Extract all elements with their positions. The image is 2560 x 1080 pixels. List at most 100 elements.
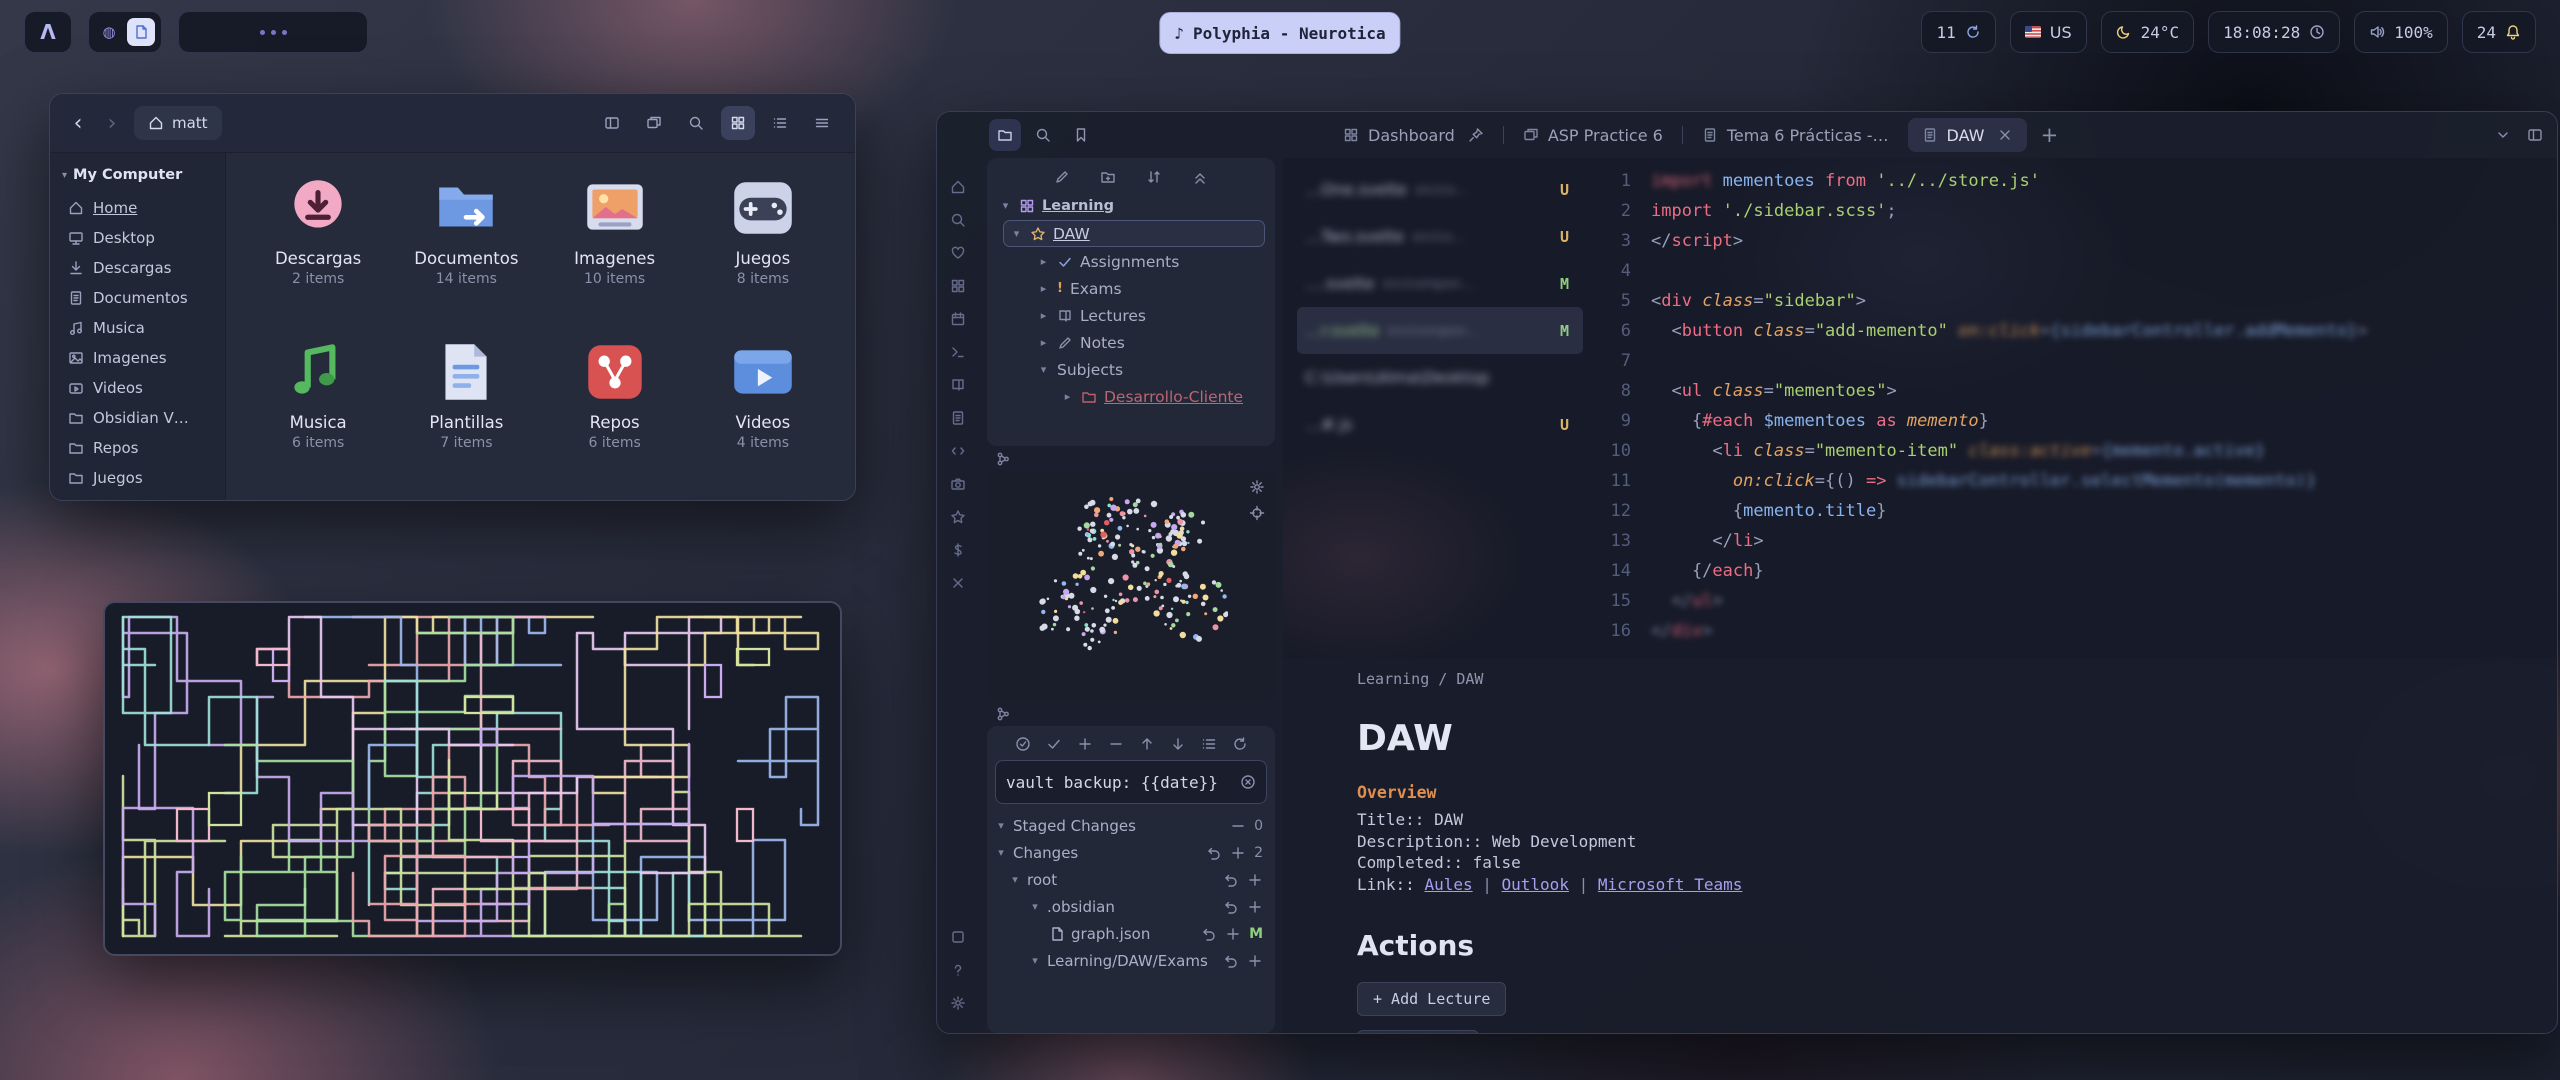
stage-all-icon[interactable]: [1230, 845, 1246, 861]
commit-icon[interactable]: [1015, 736, 1031, 752]
grid-view-icon[interactable]: [721, 106, 755, 140]
tree-item-exams[interactable]: ▸ ! Exams: [987, 275, 1275, 302]
refresh-icon[interactable]: [1232, 736, 1248, 752]
pull-icon[interactable]: [1170, 736, 1186, 752]
push-icon[interactable]: [1139, 736, 1155, 752]
tree-item-lectures[interactable]: ▸ Lectures: [987, 302, 1275, 329]
bookmarks-tab-icon[interactable]: [1065, 119, 1097, 151]
search-icon[interactable]: [937, 203, 979, 236]
tree-item-desarrollo-cliente[interactable]: ▸ Desarrollo-Cliente: [987, 383, 1275, 410]
unstage-all-icon[interactable]: [1230, 818, 1246, 834]
folder-videos[interactable]: Videos 4 items: [689, 329, 837, 493]
git-row-graph-json[interactable]: graph.json M: [995, 920, 1267, 947]
files-tab-icon[interactable]: [989, 119, 1021, 151]
folder-repos[interactable]: Repos 6 items: [541, 329, 689, 493]
git-row-obsidian[interactable]: ▾ .obsidian: [995, 893, 1267, 920]
search-icon[interactable]: [679, 106, 713, 140]
folder-descargas[interactable]: Descargas 2 items: [244, 165, 392, 329]
canvas-icon[interactable]: [937, 269, 979, 302]
media-player-widget[interactable]: ♪ Polyphia - Neurotica: [1159, 12, 1400, 54]
staged-changes-section[interactable]: ▾Staged Changes 0: [995, 812, 1267, 839]
local-graph-tab-icon[interactable]: [987, 446, 1275, 471]
change-list-icon[interactable]: [1201, 736, 1217, 752]
note-breadcrumb[interactable]: Learning / DAW: [1357, 670, 2517, 688]
volume-module[interactable]: 100%: [2354, 11, 2448, 53]
button-add-note[interactable]: + Add Note: [1357, 1030, 1479, 1034]
terminal-icon[interactable]: [937, 335, 979, 368]
link-aules[interactable]: Aules: [1424, 875, 1472, 894]
commit-all-icon[interactable]: [1046, 736, 1062, 752]
graph-settings-icon[interactable]: [1249, 479, 1265, 495]
discard-icon[interactable]: [1223, 899, 1239, 915]
discard-icon[interactable]: [1223, 872, 1239, 888]
sidebar-item-repos[interactable]: Repos: [60, 433, 215, 463]
launcher-button[interactable]: Λ: [24, 11, 72, 53]
cross-icon[interactable]: [937, 566, 979, 599]
stage-icon[interactable]: [1247, 872, 1263, 888]
code-editor[interactable]: 1 import mementoes from '../../store.js'…: [1583, 158, 2557, 658]
note-icon[interactable]: [937, 401, 979, 434]
book-icon[interactable]: [937, 368, 979, 401]
stage-icon[interactable]: [1247, 899, 1263, 915]
sidebar-item-musica[interactable]: Musica: [60, 313, 215, 343]
back-button[interactable]: ‹: [66, 111, 90, 136]
collapse-icon[interactable]: [1192, 169, 1208, 185]
list-view-icon[interactable]: [763, 106, 797, 140]
toggle-panel-icon[interactable]: [595, 106, 629, 140]
link-outlook[interactable]: Outlook: [1502, 875, 1569, 894]
git-tab-icon[interactable]: [987, 701, 1275, 726]
tree-root-learning[interactable]: ▾ Learning: [987, 192, 1275, 219]
code-icon[interactable]: [937, 434, 979, 467]
folder-imagenes[interactable]: Imagenes 10 items: [541, 165, 689, 329]
new-tab-button[interactable]: +: [2032, 118, 2066, 152]
search-tab-icon[interactable]: [1027, 119, 1059, 151]
sidebar-item-juegos[interactable]: Juegos: [60, 463, 215, 493]
discard-all-icon[interactable]: [1206, 845, 1222, 861]
window-icon[interactable]: [937, 920, 979, 953]
split-pane-icon[interactable]: [2527, 127, 2543, 143]
link-microsoft-teams[interactable]: Microsoft Teams: [1598, 875, 1743, 894]
workspace-1-button[interactable]: ◍: [95, 18, 123, 46]
tab-daw[interactable]: DAW: [1908, 118, 2028, 152]
workspace-2-button[interactable]: [127, 18, 155, 46]
commit-message-input[interactable]: vault backup: {{date}}: [995, 760, 1267, 804]
new-note-icon[interactable]: [1054, 169, 1070, 185]
discard-icon[interactable]: [1201, 926, 1217, 942]
folder-documentos[interactable]: Documentos 14 items: [392, 165, 540, 329]
stage-icon[interactable]: [1225, 926, 1241, 942]
tab-dashboard[interactable]: Dashboard: [1329, 118, 1498, 152]
heart-icon[interactable]: [937, 236, 979, 269]
button-add-lecture[interactable]: + Add Lecture: [1357, 982, 1506, 1016]
git-row-root[interactable]: ▾ root: [995, 866, 1267, 893]
sidebar-item-home[interactable]: Home: [60, 193, 215, 223]
sidebar-item-descargas[interactable]: Descargas: [60, 253, 215, 283]
tree-item-notes[interactable]: ▸ Notes: [987, 329, 1275, 356]
weather-module[interactable]: 24°C: [2101, 11, 2195, 53]
unstage-all-icon[interactable]: [1108, 736, 1124, 752]
sidebar-item-videos[interactable]: Videos: [60, 373, 215, 403]
new-tab-icon[interactable]: [637, 106, 671, 140]
settings-icon[interactable]: [937, 986, 979, 1019]
keyboard-layout-module[interactable]: US: [2010, 11, 2087, 53]
changes-section[interactable]: ▾Changes 2: [995, 839, 1267, 866]
calendar-icon[interactable]: [937, 302, 979, 335]
notifications-module[interactable]: 24: [2462, 11, 2536, 53]
status-widget[interactable]: [178, 11, 368, 53]
menu-icon[interactable]: [805, 106, 839, 140]
tab-tema-6-pr-cticas[interactable]: Tema 6 Prácticas -…: [1688, 118, 1903, 152]
folder-plantillas[interactable]: Plantillas 7 items: [392, 329, 540, 493]
vault-icon[interactable]: [937, 170, 979, 203]
clock-module[interactable]: 18:08:28: [2208, 11, 2340, 53]
discard-icon[interactable]: [1223, 953, 1239, 969]
graph-filter-icon[interactable]: [1249, 505, 1265, 521]
sort-icon[interactable]: [1146, 169, 1162, 185]
folder-juegos[interactable]: Juegos 8 items: [689, 165, 837, 329]
clear-icon[interactable]: [1240, 774, 1256, 790]
graph-view[interactable]: [987, 471, 1273, 685]
breadcrumb[interactable]: matt: [134, 106, 222, 140]
sidebar-item-obsidian-v[interactable]: Obsidian V…: [60, 403, 215, 433]
camera-icon[interactable]: [937, 467, 979, 500]
tree-item-subjects[interactable]: ▾ Subjects: [987, 356, 1275, 383]
star-icon[interactable]: [937, 500, 979, 533]
help-icon[interactable]: [937, 953, 979, 986]
